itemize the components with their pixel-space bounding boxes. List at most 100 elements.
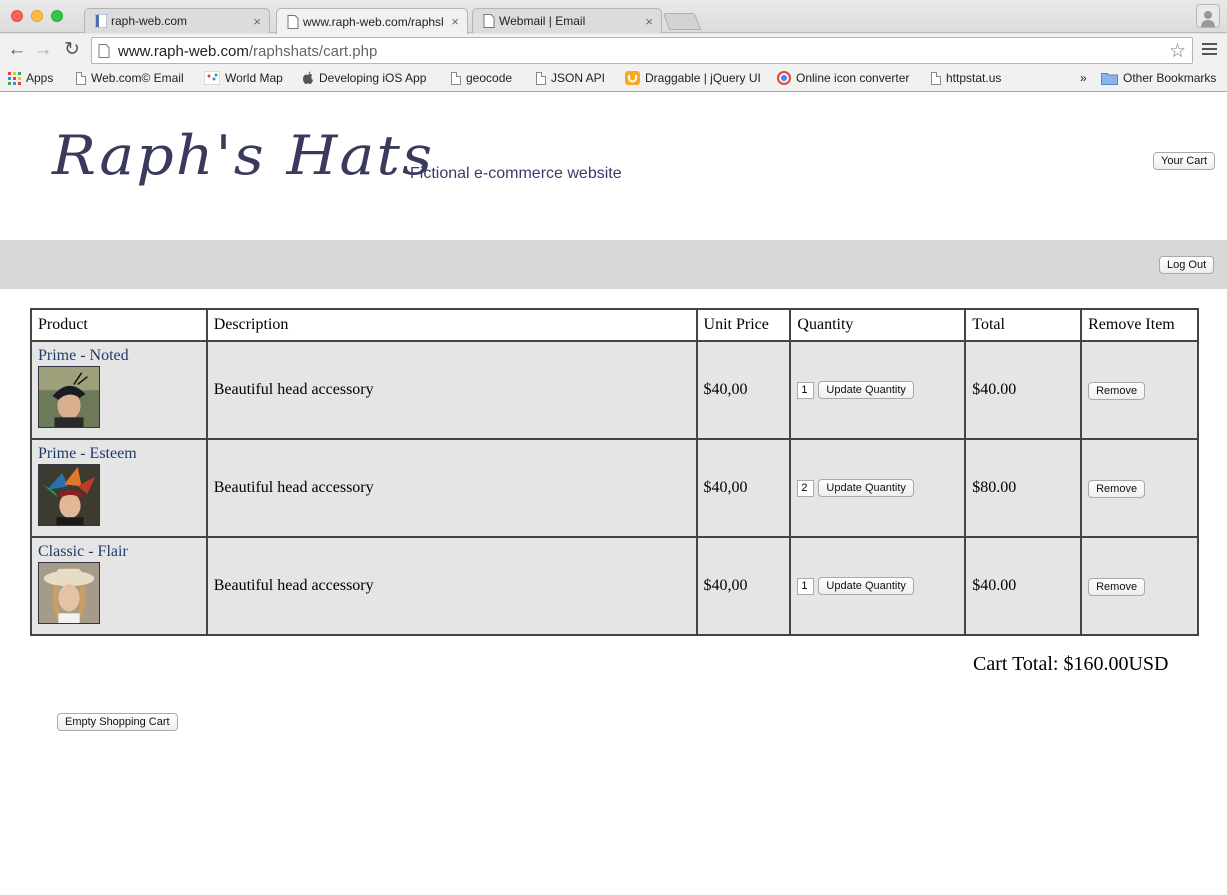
- bookmark-other[interactable]: Other Bookmarks: [1101, 71, 1216, 85]
- bookmark-label: Developing iOS App: [319, 71, 427, 85]
- total-cell: $40.00: [964, 536, 1083, 636]
- forward-arrow-icon[interactable]: →: [33, 40, 53, 60]
- description-cell: Beautiful head accessory: [205, 438, 698, 538]
- reload-icon[interactable]: ↻: [62, 40, 82, 60]
- page-icon: [483, 14, 495, 28]
- product-link[interactable]: Classic - Flair: [38, 543, 200, 561]
- product-cell: Classic - Flair: [30, 536, 208, 636]
- page-icon: [931, 71, 941, 85]
- browser-chrome: raph-web.com × www.raph-web.com/raphsl ×…: [0, 0, 1227, 92]
- bookmark-label: Web.com© Email: [91, 71, 184, 85]
- url-text: www.raph-web.com/raphshats/cart.php: [118, 43, 377, 60]
- update-quantity-button[interactable]: Update Quantity: [818, 381, 914, 399]
- product-cell: Prime - Esteem: [30, 438, 208, 538]
- menu-icon[interactable]: [1202, 43, 1217, 58]
- bookmark-ios-app[interactable]: Developing iOS App: [302, 71, 426, 85]
- close-tab-icon[interactable]: ×: [253, 14, 261, 29]
- update-quantity-button[interactable]: Update Quantity: [818, 577, 914, 595]
- description-cell: Beautiful head accessory: [205, 536, 698, 636]
- column-header: Quantity: [789, 308, 967, 342]
- quantity-input[interactable]: 1: [797, 381, 815, 399]
- page-icon: [536, 71, 546, 85]
- product-image[interactable]: [38, 463, 100, 526]
- remove-button[interactable]: Remove: [1088, 381, 1146, 400]
- product-image[interactable]: [38, 365, 100, 428]
- site-favicon-icon: [95, 14, 107, 28]
- quantity-input[interactable]: 2: [797, 479, 815, 497]
- quantity-cell: 1 Update Quantity: [789, 536, 967, 636]
- unit-price-cell: $40,00: [695, 340, 792, 440]
- bookmark-label: JSON API: [551, 71, 606, 85]
- bookmark-draggable[interactable]: Draggable | jQuery UI: [625, 71, 761, 85]
- cart-header-row: Product Description Unit Price Quantity …: [30, 308, 1199, 342]
- bookmarks-bar: Apps Web.com© Email World Map Developing…: [0, 67, 1227, 91]
- bookmark-star-icon[interactable]: ☆: [1169, 40, 1186, 63]
- page-icon: [98, 44, 110, 58]
- url-host: www.raph-web.com: [118, 43, 249, 60]
- empty-cart-button[interactable]: Empty Shopping Cart: [57, 713, 178, 731]
- jquery-icon: [625, 71, 640, 85]
- bookmark-label: World Map: [225, 71, 283, 85]
- page-icon: [287, 14, 299, 29]
- site-logo[interactable]: Raph's Hats: [52, 124, 434, 187]
- product-link[interactable]: Prime - Esteem: [38, 445, 200, 463]
- bookmark-apps[interactable]: Apps: [8, 71, 53, 85]
- table-row: Classic - Flair Beautiful head accessory…: [30, 536, 1199, 636]
- column-header: Total: [964, 308, 1083, 342]
- close-tab-icon[interactable]: ×: [645, 14, 653, 29]
- bookmark-world-map[interactable]: World Map: [204, 71, 283, 85]
- total-cell: $40.00: [964, 340, 1083, 440]
- page-content: Raph's Hats Fictional e-commerce website…: [0, 92, 1227, 895]
- tab-strip: raph-web.com × www.raph-web.com/raphsl ×…: [0, 0, 1227, 34]
- bookmark-label: Apps: [26, 71, 54, 85]
- bookmark-web-email[interactable]: Web.com© Email: [76, 71, 184, 85]
- folder-icon: [1101, 72, 1118, 85]
- page-icon: [76, 71, 86, 85]
- column-header: Description: [205, 308, 698, 342]
- product-link[interactable]: Prime - Noted: [38, 347, 200, 365]
- address-bar[interactable]: www.raph-web.com/raphshats/cart.php ☆: [91, 37, 1193, 64]
- log-out-button[interactable]: Log Out: [1159, 256, 1215, 274]
- tab-label: Webmail | Email: [499, 14, 586, 28]
- back-arrow-icon[interactable]: ←: [7, 40, 27, 60]
- quantity-cell: 2 Update Quantity: [789, 438, 967, 538]
- profile-icon[interactable]: [1196, 4, 1220, 28]
- close-tab-icon[interactable]: ×: [451, 14, 459, 29]
- bookmark-httpstat[interactable]: httpstat.us: [931, 71, 1001, 85]
- remove-button[interactable]: Remove: [1088, 577, 1146, 596]
- remove-cell: Remove: [1080, 340, 1199, 440]
- bookmark-geocode[interactable]: geocode: [451, 71, 512, 85]
- unit-price-cell: $40,00: [695, 536, 792, 636]
- remove-cell: Remove: [1080, 438, 1199, 538]
- total-cell: $80.00: [964, 438, 1083, 538]
- zoom-window-button[interactable]: [51, 10, 63, 22]
- bookmark-label: Draggable | jQuery UI: [645, 71, 761, 85]
- site-tagline: Fictional e-commerce website: [410, 165, 622, 182]
- unit-price-cell: $40,00: [695, 438, 792, 538]
- product-image[interactable]: [38, 561, 100, 624]
- remove-button[interactable]: Remove: [1088, 479, 1146, 498]
- cart-table: Product Description Unit Price Quantity …: [30, 308, 1199, 636]
- close-window-button[interactable]: [11, 10, 23, 22]
- tab-cart[interactable]: www.raph-web.com/raphsl ×: [276, 8, 468, 34]
- bookmark-json-api[interactable]: JSON API: [536, 71, 605, 85]
- bookmark-label: Online icon converter: [796, 71, 910, 85]
- minimize-window-button[interactable]: [31, 10, 43, 22]
- tab-raph-web[interactable]: raph-web.com ×: [84, 8, 270, 33]
- tab-label: raph-web.com: [111, 14, 188, 28]
- quantity-input[interactable]: 1: [797, 577, 815, 595]
- update-quantity-button[interactable]: Update Quantity: [818, 479, 914, 497]
- tab-webmail[interactable]: Webmail | Email ×: [472, 8, 662, 33]
- converter-icon: [777, 71, 791, 85]
- bookmark-icon-converter[interactable]: Online icon converter: [777, 71, 909, 85]
- bookmarks-overflow-icon[interactable]: »: [1080, 71, 1087, 85]
- new-tab-button[interactable]: [662, 13, 702, 30]
- tab-label: www.raph-web.com/raphsl: [303, 14, 444, 29]
- nav-bar: [0, 240, 1227, 289]
- column-header: Remove Item: [1080, 308, 1199, 342]
- product-cell: Prime - Noted: [30, 340, 208, 440]
- map-icon: [204, 71, 220, 85]
- your-cart-button[interactable]: Your Cart: [1153, 152, 1216, 170]
- page-icon: [451, 71, 461, 85]
- table-row: Prime - Esteem Beautiful head accessory …: [30, 438, 1199, 538]
